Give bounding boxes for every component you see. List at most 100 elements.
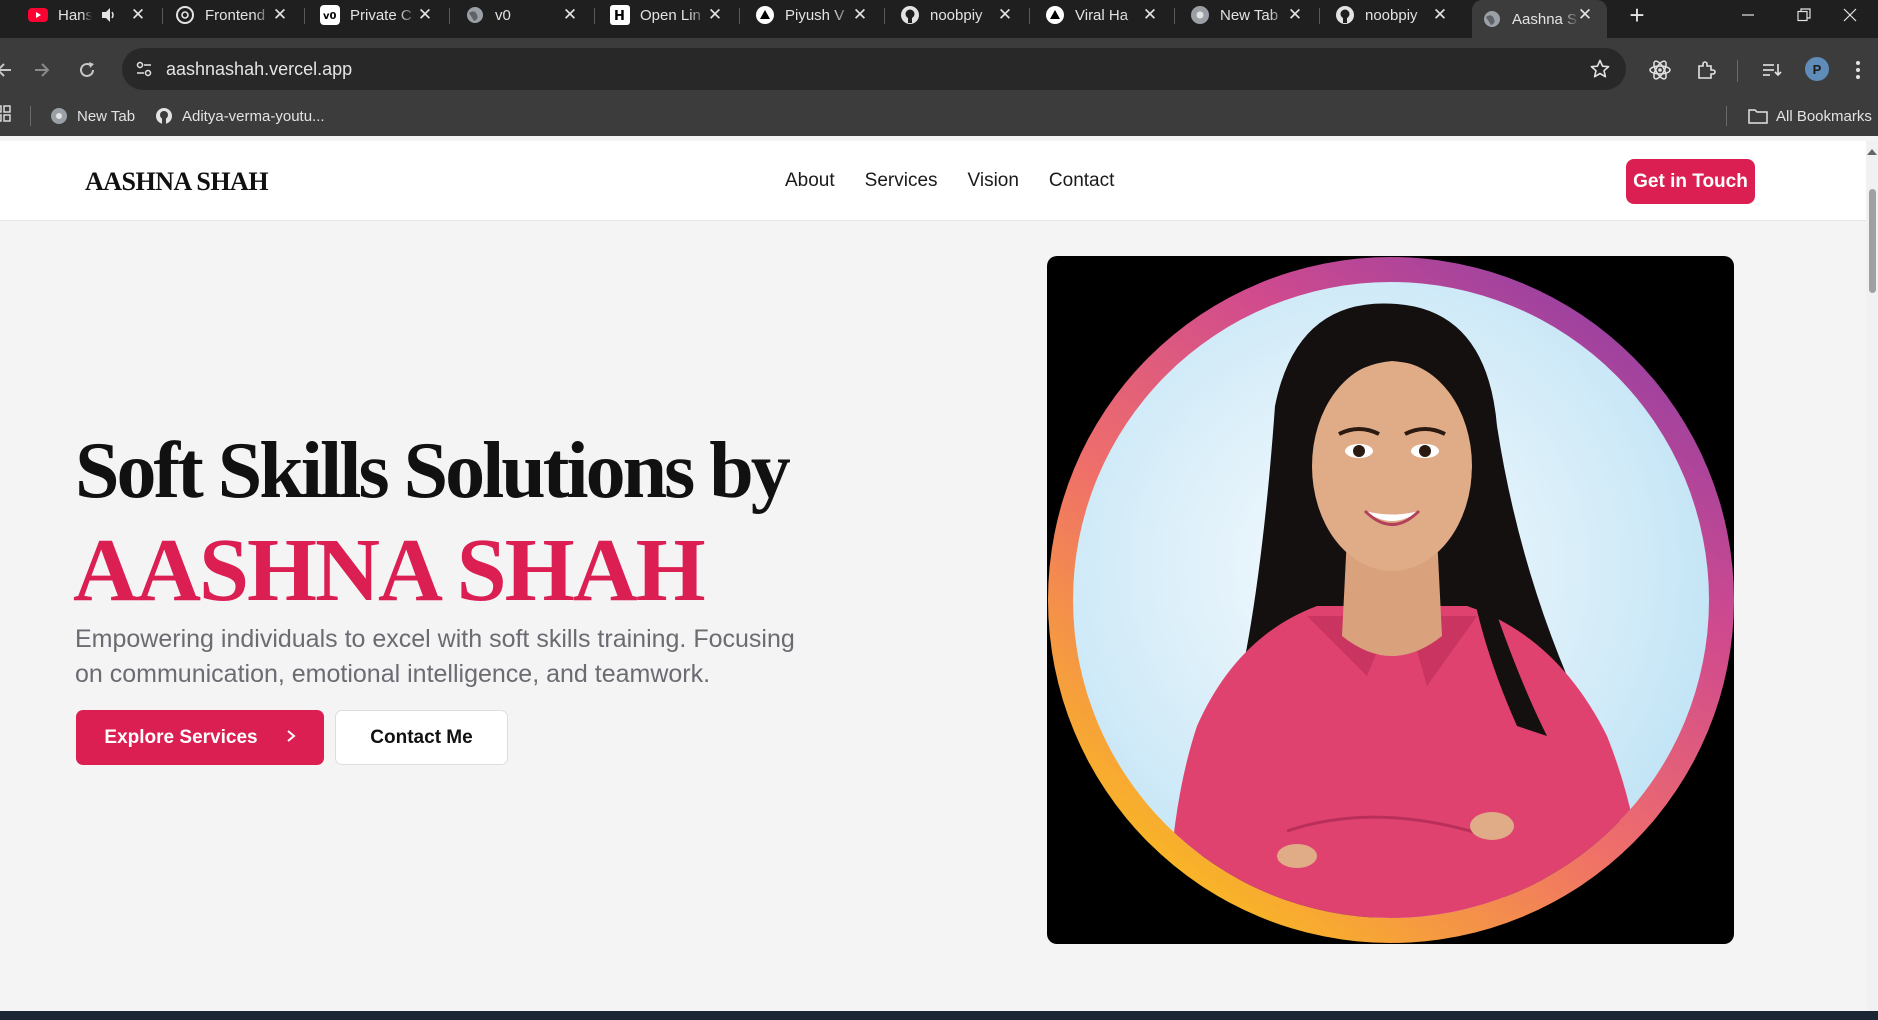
- react-devtools-icon[interactable]: [1646, 56, 1674, 84]
- close-tab-icon[interactable]: ✕: [1285, 5, 1305, 25]
- chevron-right-icon: [286, 727, 296, 749]
- tab-separator: [162, 8, 163, 24]
- web-page: AASHNA SHAH About Services Vision Contac…: [0, 141, 1866, 1011]
- bookmark-aditya-verma[interactable]: Aditya-verma-youtu...: [154, 104, 325, 128]
- tab-title: Hans: [58, 6, 92, 24]
- url-text[interactable]: aashnashah.vercel.app: [166, 59, 352, 80]
- tab-separator: [594, 8, 595, 24]
- address-bar[interactable]: aashnashah.vercel.app: [122, 48, 1626, 90]
- hashnode-icon: H: [610, 5, 630, 25]
- bookmark-star-icon[interactable]: [1588, 57, 1612, 81]
- tab-frontend[interactable]: Frontend ✕: [175, 0, 305, 30]
- reading-list-icon[interactable]: [1758, 56, 1786, 84]
- tab-title: Viral Ha: [1075, 6, 1129, 24]
- bookmark-divider: [30, 106, 31, 126]
- tab-separator: [1319, 8, 1320, 24]
- tab-strip: Hans ✕ Frontend ✕ v0 Private C ✕ v0 ✕ H …: [0, 0, 1878, 38]
- nav-vision[interactable]: Vision: [968, 170, 1019, 192]
- contact-me-button[interactable]: Contact Me: [335, 710, 508, 765]
- get-in-touch-button[interactable]: Get in Touch: [1626, 159, 1755, 204]
- os-taskbar: [0, 1011, 1878, 1020]
- tab-separator: [1029, 8, 1030, 24]
- speaker-icon[interactable]: [100, 6, 118, 28]
- kebab-menu-icon[interactable]: [1848, 56, 1868, 84]
- bookmark-new-tab[interactable]: New Tab: [49, 104, 135, 128]
- hero-name: AASHNA SHAH: [73, 521, 706, 620]
- close-tab-icon[interactable]: ✕: [415, 5, 435, 25]
- close-tab-icon[interactable]: ✕: [560, 5, 580, 25]
- tab-piyush[interactable]: Piyush V ✕: [755, 0, 885, 30]
- profile-avatar[interactable]: P: [1805, 57, 1829, 81]
- close-tab-icon[interactable]: ✕: [1140, 5, 1160, 25]
- portrait-card: [1047, 256, 1734, 944]
- close-tab-icon[interactable]: ✕: [128, 5, 148, 25]
- tab-noobpiy-2[interactable]: noobpiy ✕: [1335, 0, 1450, 30]
- scrollbar-thumb[interactable]: [1869, 189, 1876, 293]
- close-window-button[interactable]: [1822, 0, 1878, 30]
- tab-v0[interactable]: v0 ✕: [465, 0, 595, 30]
- new-tab-button[interactable]: +: [1624, 2, 1650, 29]
- nav-contact[interactable]: Contact: [1049, 170, 1114, 192]
- v0-icon: v0: [320, 5, 340, 25]
- tab-youtube[interactable]: Hans ✕: [28, 0, 163, 30]
- nav-services[interactable]: Services: [865, 170, 938, 192]
- tab-title: New Tab: [1220, 6, 1279, 24]
- close-tab-icon[interactable]: ✕: [705, 5, 725, 25]
- tab-separator: [739, 8, 740, 24]
- github-icon: [900, 5, 920, 25]
- svg-text:v0: v0: [323, 11, 337, 22]
- folder-icon: [1748, 106, 1768, 126]
- svg-text:H: H: [614, 9, 625, 24]
- tab-title: noobpiy: [1365, 6, 1418, 24]
- forward-button[interactable]: [26, 54, 58, 86]
- tab-new-tab[interactable]: New Tab ✕: [1190, 0, 1320, 30]
- tab-noobpiy-1[interactable]: noobpiy ✕: [900, 0, 1030, 30]
- tab-title: Frontend: [205, 6, 266, 24]
- tab-aashna-active[interactable]: Aashna S ✕: [1472, 0, 1607, 38]
- browser-toolbar: aashnashah.vercel.app P New Tab Aditya-v…: [0, 38, 1878, 136]
- hero-heading: Soft Skills Solutions by: [75, 427, 791, 515]
- portrait-image: [1048, 257, 1734, 943]
- main-nav: About Services Vision Contact: [785, 170, 1114, 192]
- tab-viral[interactable]: Viral Ha ✕: [1045, 0, 1175, 30]
- github-icon: [1335, 5, 1355, 25]
- tab-separator: [304, 8, 305, 24]
- close-tab-icon[interactable]: ✕: [270, 5, 290, 25]
- github-icon: [154, 106, 174, 126]
- vercel-icon: [755, 5, 775, 25]
- tab-separator: [449, 8, 450, 24]
- tab-title: Aashna S: [1512, 10, 1578, 28]
- vercel-icon: [1045, 5, 1065, 25]
- tab-title: Private C: [350, 6, 412, 24]
- close-tab-icon[interactable]: ✕: [1430, 5, 1450, 25]
- tab-separator: [884, 8, 885, 24]
- back-button[interactable]: [0, 54, 20, 86]
- close-tab-icon[interactable]: ✕: [995, 5, 1015, 25]
- explore-services-button[interactable]: Explore Services: [76, 710, 324, 765]
- close-tab-icon[interactable]: ✕: [850, 5, 870, 25]
- tab-title: v0: [495, 6, 511, 24]
- globe-icon: [465, 5, 485, 25]
- close-tab-icon[interactable]: ✕: [1575, 5, 1595, 25]
- reload-button[interactable]: [71, 54, 103, 86]
- site-logo[interactable]: AASHNA SHAH: [85, 167, 269, 197]
- toolbar-divider: [1737, 60, 1738, 82]
- hero-description: Empowering individuals to excel with sof…: [75, 625, 795, 688]
- site-info-icon[interactable]: [132, 57, 156, 81]
- page-scrollbar[interactable]: [1866, 141, 1878, 1011]
- chrome-icon: [49, 106, 69, 126]
- openai-icon: [175, 5, 195, 25]
- minimize-button[interactable]: [1720, 0, 1776, 30]
- apps-grid-icon[interactable]: [0, 102, 12, 126]
- tab-open-lin[interactable]: H Open Lin ✕: [610, 0, 740, 30]
- tab-title: Piyush V: [785, 6, 845, 24]
- tab-private[interactable]: v0 Private C ✕: [320, 0, 450, 30]
- scroll-up-arrow-icon[interactable]: [1867, 149, 1877, 155]
- nav-about[interactable]: About: [785, 170, 835, 192]
- all-bookmarks-label: All Bookmarks: [1776, 107, 1872, 125]
- all-bookmarks-button[interactable]: All Bookmarks: [1748, 104, 1872, 128]
- youtube-icon: [28, 5, 48, 25]
- chrome-icon: [1190, 5, 1210, 25]
- extensions-icon[interactable]: [1692, 56, 1720, 84]
- tab-title: noobpiy: [930, 6, 983, 24]
